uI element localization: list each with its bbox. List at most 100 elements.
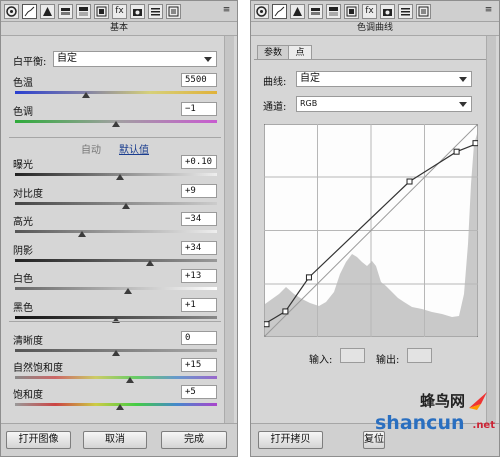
slider-thumb[interactable]: [77, 231, 86, 237]
slider-track[interactable]: [15, 91, 217, 94]
bird-logo-icon: [469, 392, 487, 410]
snapshots-icon[interactable]: [166, 3, 181, 19]
open-copy-button[interactable]: 打开拷贝: [258, 431, 323, 449]
slider-track[interactable]: [15, 258, 217, 262]
curve-point[interactable]: [282, 308, 289, 315]
input-field[interactable]: [340, 348, 365, 363]
aperture-icon[interactable]: [254, 3, 269, 19]
slider-row: 黑色 +1: [13, 297, 217, 324]
slider-value-field[interactable]: +13: [181, 269, 217, 283]
camera-calibration-icon[interactable]: [380, 3, 395, 19]
detail-icon[interactable]: [290, 3, 305, 19]
slider-track[interactable]: [15, 201, 217, 205]
slider-track[interactable]: [15, 230, 217, 233]
white-balance-label: 白平衡:: [13, 57, 47, 68]
detail-icon[interactable]: [40, 3, 55, 19]
slider-row: 饱和度 +5: [13, 385, 217, 411]
tab-parametric[interactable]: 参数: [257, 45, 289, 60]
default-link[interactable]: 默认值: [119, 141, 149, 156]
slider-value-field[interactable]: 5500: [181, 73, 217, 87]
channel-select[interactable]: RGB: [296, 96, 472, 112]
watermark-logo: 蜂鸟网 shancun .net: [375, 390, 495, 450]
fx-icon[interactable]: fx: [112, 3, 127, 19]
scrollbar[interactable]: [224, 36, 234, 424]
lens-icon[interactable]: [94, 3, 109, 19]
done-button[interactable]: 完成: [161, 431, 227, 449]
section-title: 基本: [1, 22, 237, 36]
output-field[interactable]: [407, 348, 432, 363]
slider-value-field[interactable]: +34: [181, 240, 217, 255]
scrollbar[interactable]: [486, 36, 496, 424]
auto-link[interactable]: 自动: [81, 141, 101, 156]
white-balance-row: 白平衡: 自定: [13, 51, 217, 68]
slider-label: 饱和度: [13, 390, 43, 401]
slider-value-field[interactable]: +15: [181, 358, 217, 372]
curve-point[interactable]: [264, 321, 270, 328]
slider-thumb[interactable]: [112, 350, 120, 356]
slider-value-field[interactable]: 0: [181, 331, 217, 345]
slider-row: 白色 +13: [13, 269, 217, 295]
divider: [254, 59, 496, 60]
white-balance-select[interactable]: 自定: [53, 51, 217, 67]
slider-label: 阴影: [13, 245, 33, 257]
watermark-suffix: .net: [472, 420, 495, 431]
watermark-line2: shancun: [375, 412, 465, 434]
presets-icon[interactable]: [398, 3, 413, 19]
slider-thumb[interactable]: [122, 202, 131, 209]
panel-menu-icon[interactable]: ≡: [481, 4, 496, 19]
cancel-button[interactable]: 取消: [83, 431, 147, 449]
slider-label: 色调: [13, 107, 33, 118]
lens-icon[interactable]: [344, 3, 359, 19]
fx-icon[interactable]: fx: [362, 3, 377, 19]
section-title: 色调曲线: [251, 22, 499, 36]
slider-thumb[interactable]: [81, 92, 90, 98]
slider-label: 对比度: [13, 188, 43, 200]
slider-label: 清晰度: [13, 336, 43, 347]
slider-value-field[interactable]: +9: [181, 183, 217, 198]
channel-value: RGB: [300, 99, 318, 108]
input-label: 输入:: [309, 355, 333, 366]
curve-point[interactable]: [453, 148, 460, 155]
slider-label: 色温: [13, 78, 33, 89]
slider-track[interactable]: [15, 287, 217, 290]
split-toning-icon[interactable]: [326, 3, 341, 19]
slider-label: 黑色: [13, 302, 33, 314]
slider-thumb[interactable]: [112, 121, 120, 127]
tone-curve-icon[interactable]: [272, 3, 287, 19]
presets-icon[interactable]: [148, 3, 163, 19]
aperture-icon[interactable]: [4, 3, 19, 19]
hsl-icon[interactable]: [58, 3, 73, 19]
panel-toolbar: fx ≡: [1, 1, 237, 22]
divider: [9, 321, 221, 322]
slider-row: 对比度 +9: [13, 183, 217, 210]
watermark-line1: 蜂鸟网: [419, 392, 465, 410]
slider-thumb[interactable]: [126, 377, 135, 383]
open-image-button[interactable]: 打开图像: [6, 431, 71, 449]
snapshots-icon[interactable]: [416, 3, 431, 19]
split-toning-icon[interactable]: [76, 3, 91, 19]
curve-select[interactable]: 自定: [296, 71, 472, 87]
slider-thumb[interactable]: [116, 174, 125, 180]
tone-curve-icon[interactable]: [22, 3, 37, 19]
chevron-down-icon: [459, 102, 467, 107]
left-footer: 打开图像 取消 完成: [1, 423, 237, 456]
camera-calibration-icon[interactable]: [130, 3, 145, 19]
hsl-icon[interactable]: [308, 3, 323, 19]
slider-track[interactable]: [15, 376, 217, 379]
curve-point[interactable]: [472, 140, 478, 147]
slider-value-field[interactable]: −1: [181, 102, 217, 116]
curve-point[interactable]: [305, 274, 312, 281]
slider-thumb[interactable]: [124, 288, 133, 294]
slider-row: 自然饱和度 +15: [13, 358, 217, 384]
tone-curve-graph[interactable]: [264, 124, 478, 337]
slider-value-field[interactable]: +5: [181, 385, 217, 399]
slider-value-field[interactable]: +1: [181, 297, 217, 312]
panel-menu-icon[interactable]: ≡: [219, 4, 234, 19]
slider-thumb[interactable]: [146, 259, 155, 266]
panel-toolbar: fx ≡: [251, 1, 499, 22]
tab-point[interactable]: 点: [288, 45, 312, 60]
slider-value-field[interactable]: +0.10: [181, 155, 217, 169]
slider-value-field[interactable]: −34: [181, 212, 217, 226]
slider-thumb[interactable]: [116, 404, 125, 410]
curve-point[interactable]: [406, 178, 413, 185]
